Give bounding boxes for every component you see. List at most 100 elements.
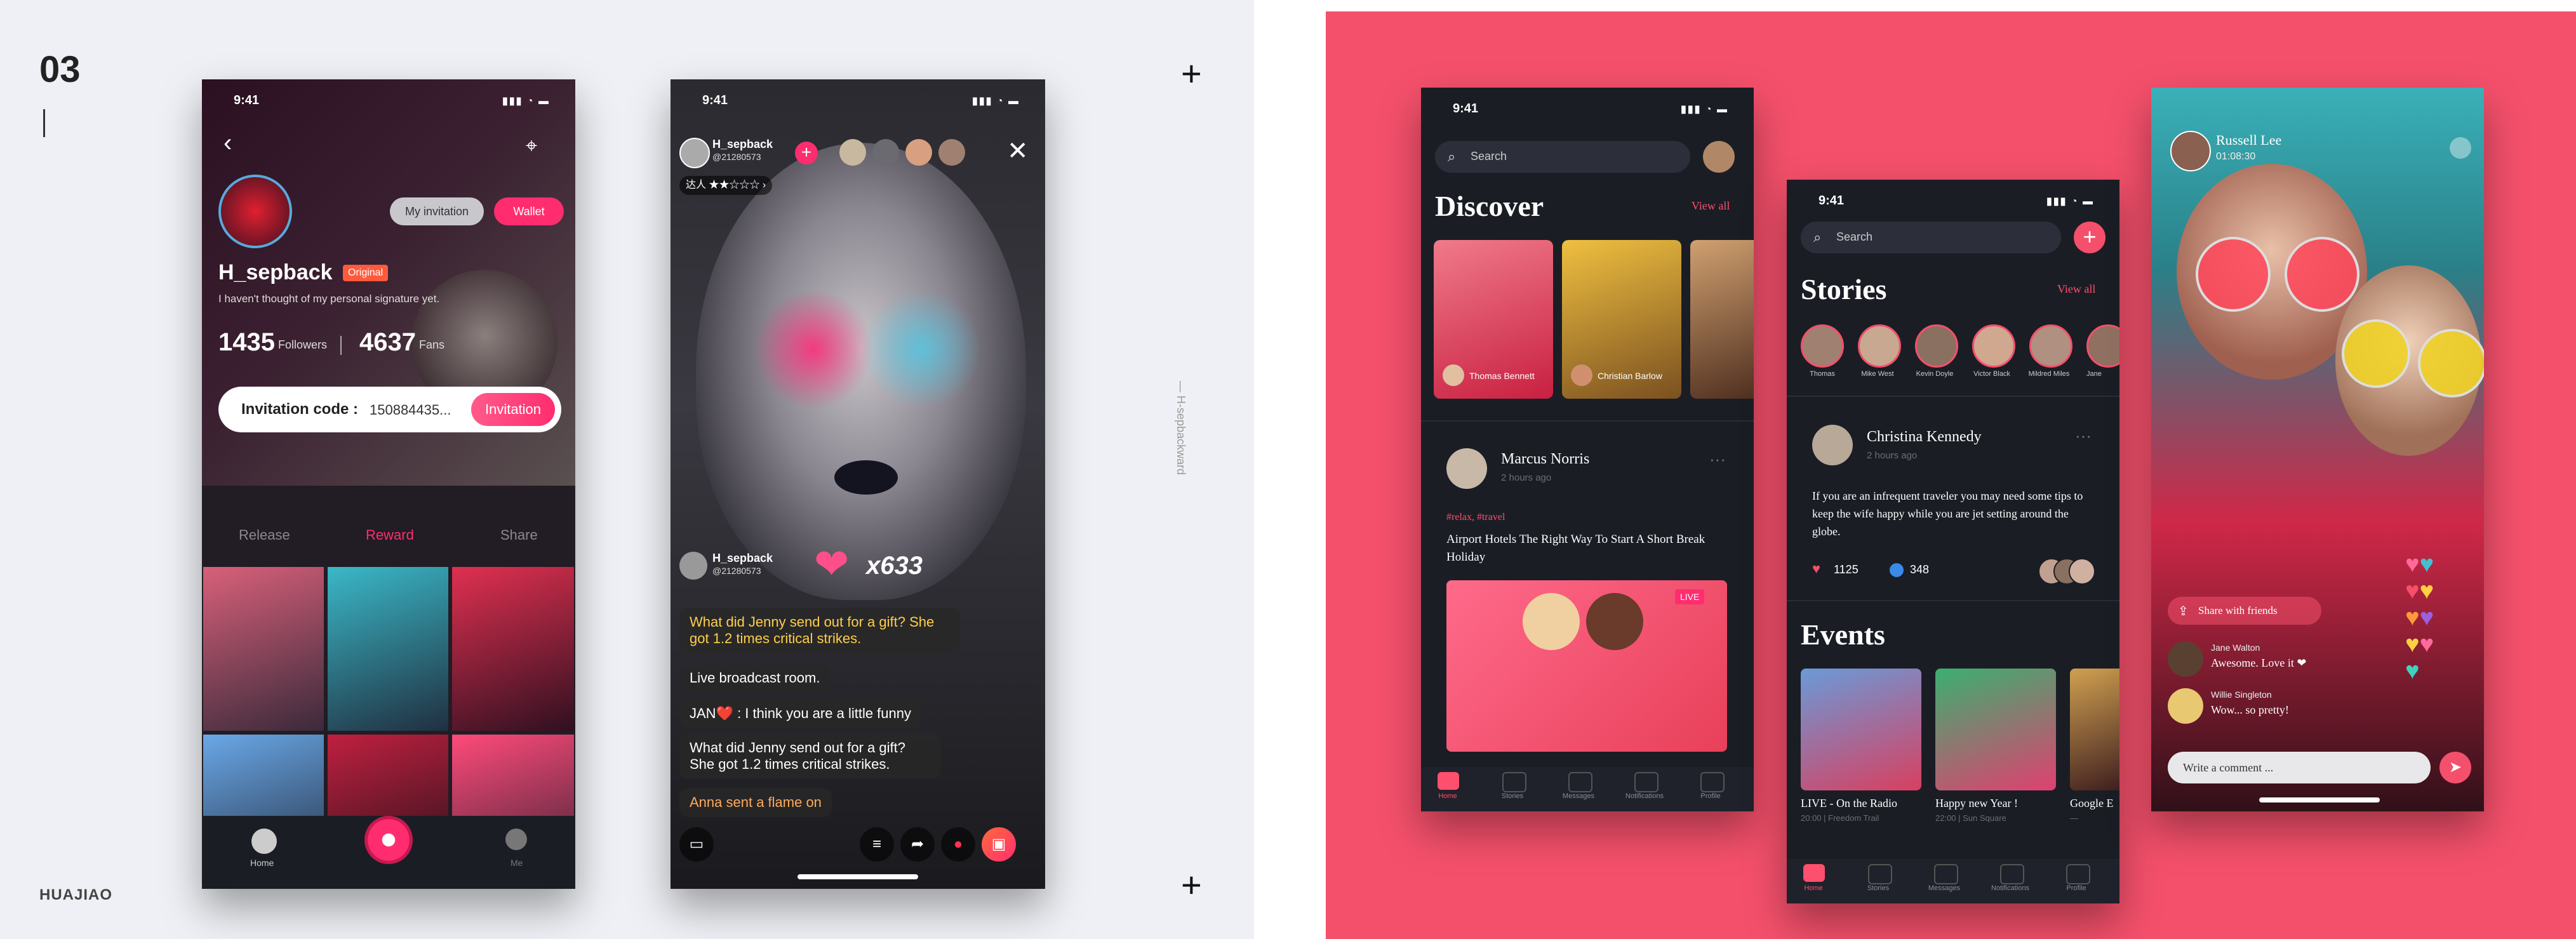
invitation-button[interactable]: Invitation xyxy=(471,393,555,426)
tab-share[interactable]: Share xyxy=(500,527,538,543)
search-input[interactable]: ⌕ Search xyxy=(1435,141,1690,173)
plus-icon: + xyxy=(1181,53,1202,93)
commenter-avatar xyxy=(2168,688,2203,724)
chat-message: What did Jenny send out for a gift? She … xyxy=(679,608,960,653)
heart-icon[interactable]: ♥ xyxy=(1812,561,1820,577)
post-author: Marcus Norris xyxy=(1501,451,1590,467)
stats-divider xyxy=(340,336,342,355)
viewer-avatar[interactable] xyxy=(905,139,932,166)
live-friends-phone: Russell Lee 01:08:30 ⇪ Share with friend… xyxy=(2151,88,2484,811)
home-nav-icon[interactable] xyxy=(1803,864,1825,882)
messages-nav-icon[interactable] xyxy=(1568,772,1592,792)
grid-photo[interactable] xyxy=(328,567,448,731)
grid-photo[interactable] xyxy=(203,567,324,731)
live-badge: LIVE xyxy=(1675,589,1705,604)
add-icon[interactable]: + xyxy=(2074,222,2106,253)
event-card[interactable] xyxy=(2070,669,2119,790)
status-time: 9:41 xyxy=(702,93,728,107)
notifications-nav-icon[interactable] xyxy=(2000,864,2024,884)
share-button[interactable]: ⇪ Share with friends xyxy=(2168,597,2321,625)
pink-light xyxy=(753,289,874,410)
host-name: Russell Lee xyxy=(2216,132,2282,148)
discover-card[interactable] xyxy=(1690,240,1754,399)
stories-nav-icon[interactable] xyxy=(1502,772,1526,792)
menu-icon[interactable]: ≡ xyxy=(860,827,894,862)
status-icons: ▮▮▮ ◔ ▬ xyxy=(502,96,550,107)
search-input[interactable]: ⌕ Search xyxy=(1801,222,2061,253)
author-avatar[interactable] xyxy=(1812,425,1853,465)
notifications-nav-icon[interactable] xyxy=(1634,772,1658,792)
more-icon[interactable]: ··· xyxy=(1709,450,1726,469)
lips xyxy=(834,460,898,495)
host-avatar[interactable] xyxy=(679,138,710,168)
home-planet-icon[interactable] xyxy=(251,829,277,854)
close-icon[interactable]: ✕ xyxy=(1007,137,1029,166)
comment-input[interactable]: Write a comment ... xyxy=(2168,752,2431,783)
nav-label-messages: Messages xyxy=(1562,792,1595,800)
stories-nav-icon[interactable] xyxy=(1868,864,1892,884)
comment-icon[interactable]: ▭ xyxy=(679,827,714,862)
tab-reward[interactable]: Reward xyxy=(366,527,414,543)
view-all-link[interactable]: View all xyxy=(2057,283,2095,296)
more-icon[interactable]: ··· xyxy=(2075,426,2092,446)
comment-icon[interactable] xyxy=(1890,563,1904,577)
view-all-link[interactable]: View all xyxy=(1692,199,1730,213)
story-avatar[interactable] xyxy=(1801,324,1844,368)
profile-icon[interactable] xyxy=(505,829,527,850)
home-nav-icon[interactable] xyxy=(1438,772,1459,790)
post-time: 2 hours ago xyxy=(1501,472,1552,483)
my-invitation-button[interactable]: My invitation xyxy=(390,197,484,225)
pin-icon[interactable]: ⌖ xyxy=(526,134,537,158)
discover-card[interactable]: Thomas Bennett xyxy=(1434,240,1553,399)
gift-icon[interactable]: ▣ xyxy=(982,827,1016,862)
story-name: Victor Black xyxy=(1973,370,2010,378)
person-figure xyxy=(1586,593,1643,650)
author-avatar[interactable] xyxy=(1446,448,1487,489)
story-avatar[interactable] xyxy=(2029,324,2072,368)
commenter-name: Willie Singleton xyxy=(2211,689,2272,700)
story-avatar[interactable] xyxy=(1915,324,1958,368)
profile-nav-icon[interactable] xyxy=(1700,772,1725,792)
comment-text: Wow... so pretty! xyxy=(2211,703,2289,716)
wallet-button[interactable]: Wallet xyxy=(494,197,564,225)
discover-title: Discover xyxy=(1435,190,1544,222)
post-author: Christina Kennedy xyxy=(1867,429,1982,445)
gift-user-id: @21280573 xyxy=(712,566,761,576)
nav-label-home: Home xyxy=(1438,792,1457,800)
event-card[interactable] xyxy=(1935,669,2056,790)
discover-card[interactable]: Christian Barlow xyxy=(1562,240,1681,399)
status-icons: ▮▮▮ ◔ ▬ xyxy=(972,96,1020,107)
messages-nav-icon[interactable] xyxy=(1934,864,1958,884)
nav-label-profile: Profile xyxy=(1700,792,1721,800)
reactor-avatar xyxy=(2069,558,2095,585)
event-card[interactable] xyxy=(1801,669,1921,790)
post-image[interactable]: LIVE xyxy=(1446,580,1727,752)
tab-release[interactable]: Release xyxy=(239,527,290,543)
story-name: Mildred Miles xyxy=(2028,370,2070,378)
viewer-avatar[interactable] xyxy=(938,139,965,166)
event-title: Happy new Year ! xyxy=(1935,797,2018,809)
viewer-avatar[interactable] xyxy=(839,139,866,166)
user-avatar[interactable] xyxy=(1703,141,1735,173)
story-name: Thomas xyxy=(1810,370,1835,378)
follow-plus-icon[interactable]: + xyxy=(795,142,818,164)
gift-multiplier: x633 xyxy=(866,552,923,580)
back-icon[interactable]: ‹ xyxy=(224,129,232,157)
profile-nav-icon[interactable] xyxy=(2066,864,2090,884)
avatar[interactable] xyxy=(218,175,292,248)
close-icon[interactable] xyxy=(2450,137,2471,159)
story-avatar[interactable] xyxy=(1972,324,2015,368)
story-avatar[interactable] xyxy=(2086,324,2119,368)
nav-me-label: Me xyxy=(511,858,523,868)
gift-user-avatar xyxy=(679,552,707,580)
story-avatar[interactable] xyxy=(1858,324,1901,368)
grid-photo[interactable] xyxy=(452,567,574,731)
lips-icon[interactable]: ● xyxy=(941,827,975,862)
level-badge[interactable]: 达人 ★★☆☆☆ › xyxy=(679,176,773,195)
viewer-avatar[interactable] xyxy=(872,139,899,166)
live-record-button[interactable] xyxy=(364,816,413,864)
send-icon[interactable]: ➤ xyxy=(2439,752,2471,783)
followers-count: 1435 xyxy=(218,328,275,356)
host-avatar[interactable] xyxy=(2170,131,2211,171)
share-icon[interactable]: ➦ xyxy=(900,827,935,862)
